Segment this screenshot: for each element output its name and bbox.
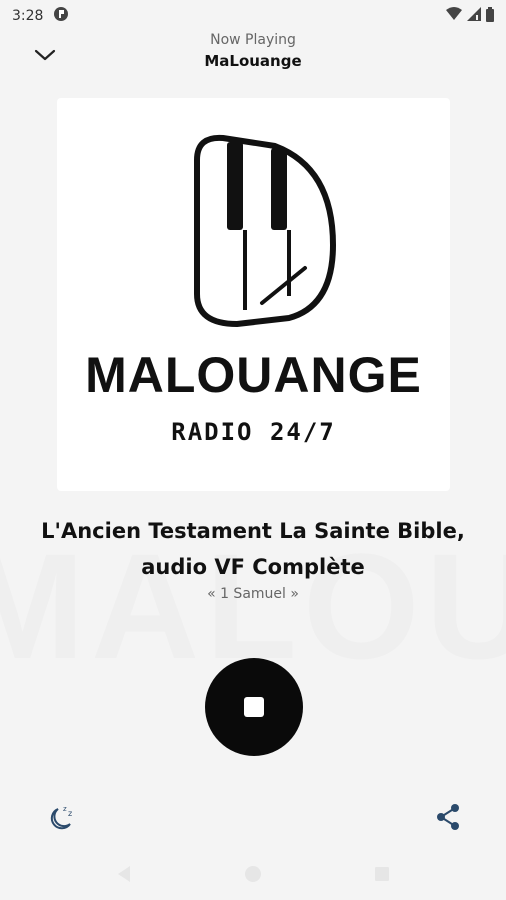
now-playing-header: Now Playing MaLouange (0, 30, 506, 80)
station-artwork: MALOUANGE RADIO 24/7 (57, 98, 450, 491)
svg-text:z: z (68, 809, 72, 818)
header-subtitle: Now Playing (210, 32, 296, 48)
stop-icon (244, 697, 264, 717)
share-icon (437, 804, 459, 830)
wifi-icon (446, 7, 462, 25)
sleep-timer-button[interactable]: z z (44, 802, 76, 834)
track-subtitle: « 1 Samuel » (207, 586, 299, 602)
status-right (446, 6, 494, 26)
track-title: L'Ancien Testament La Sainte Bible, audi… (41, 519, 465, 579)
collapse-button[interactable] (30, 44, 60, 66)
nav-recents-button[interactable] (367, 859, 397, 889)
status-bar: 3:28 (0, 0, 506, 32)
battery-icon (486, 6, 494, 26)
chevron-down-icon (34, 49, 56, 61)
svg-text:z: z (63, 805, 67, 813)
cellular-signal-icon (467, 7, 481, 25)
artwork-tagline: RADIO 24/7 (171, 418, 336, 446)
nav-home-button[interactable] (238, 859, 268, 889)
nav-back-button[interactable] (109, 859, 139, 889)
home-circle-icon (244, 866, 261, 882)
back-triangle-icon (118, 866, 131, 882)
stop-button[interactable] (205, 658, 303, 756)
status-left: 3:28 (12, 6, 69, 26)
sleep-timer-icon: z z (50, 805, 72, 830)
artwork-station-name: MALOUANGE (85, 347, 422, 403)
station-title: MaLouange (204, 52, 302, 70)
status-time: 3:28 (12, 8, 44, 24)
app-notification-icon (53, 6, 69, 26)
share-button[interactable] (434, 802, 462, 832)
recents-square-icon (374, 867, 389, 881)
system-navigation-bar (0, 848, 506, 900)
